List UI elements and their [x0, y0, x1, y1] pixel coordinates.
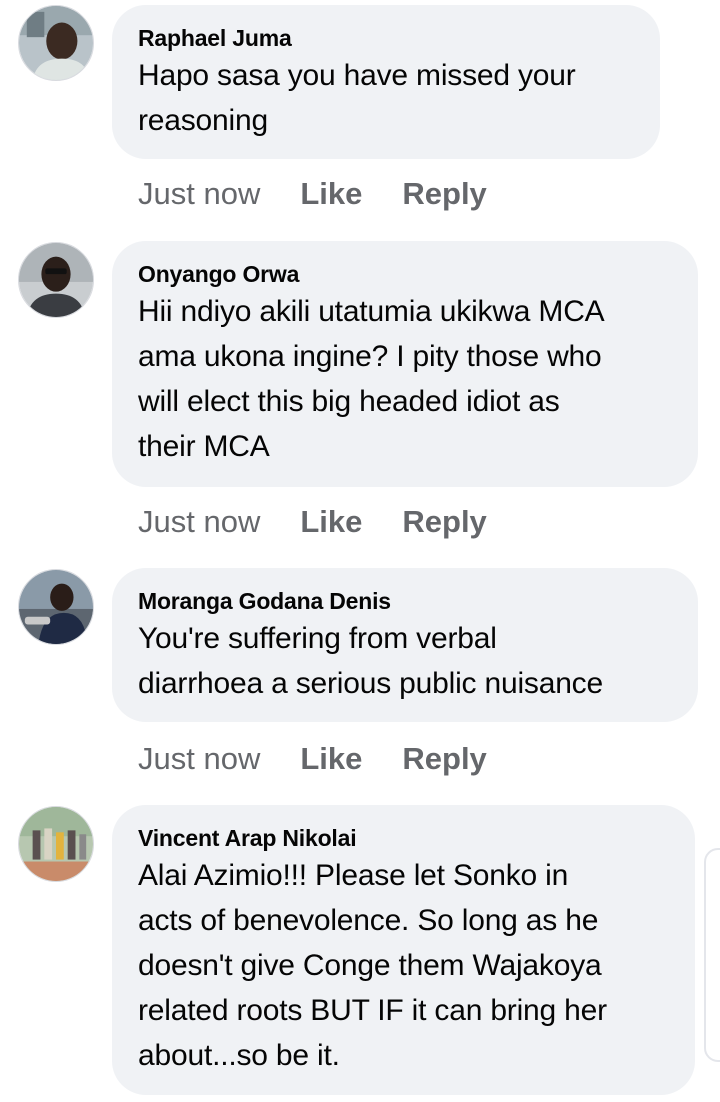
avatar[interactable]	[18, 806, 94, 882]
reply-button[interactable]: Reply	[402, 741, 486, 777]
comment-timestamp[interactable]: Just now	[138, 504, 260, 540]
comment-actions: Just now Like Reply	[138, 176, 487, 212]
reply-button[interactable]: Reply	[402, 176, 486, 212]
comment-timestamp[interactable]: Just now	[138, 176, 260, 212]
comment-actions: Just now Like Reply	[138, 504, 487, 540]
comment-author[interactable]: Onyango Orwa	[138, 259, 672, 289]
avatar[interactable]	[18, 242, 94, 318]
avatar[interactable]	[18, 569, 94, 645]
comment-text: Alai Azimio!!! Please let Sonko in acts …	[138, 859, 607, 1072]
reply-button[interactable]: Reply	[402, 504, 486, 540]
comment-bubble: Vincent Arap Nikolai Alai Azimio!!! Plea…	[112, 805, 695, 1095]
comment-bubble: Onyango Orwa Hii ndiyo akili utatumia uk…	[112, 241, 698, 487]
comment-text: You're suffering from verbal diarrhoea a…	[138, 622, 603, 700]
comment-text: Hapo sasa you have missed your reasoning	[138, 59, 576, 137]
like-button[interactable]: Like	[300, 176, 362, 212]
comment-bubble: Moranga Godana Denis You're suffering fr…	[112, 568, 698, 722]
comment-text: Hii ndiyo akili utatumia ukikwa MCA ama …	[138, 295, 605, 463]
comment-author[interactable]: Raphael Juma	[138, 23, 634, 53]
like-button[interactable]: Like	[300, 504, 362, 540]
comment-actions: Just now Like Reply	[138, 741, 487, 777]
comment-bubble: Raphael Juma Hapo sasa you have missed y…	[112, 5, 660, 159]
avatar[interactable]	[18, 5, 94, 81]
scroll-edge-handle[interactable]	[704, 848, 720, 1062]
comment-author[interactable]: Moranga Godana Denis	[138, 586, 672, 616]
comment-timestamp[interactable]: Just now	[138, 741, 260, 777]
like-button[interactable]: Like	[300, 741, 362, 777]
comment-author[interactable]: Vincent Arap Nikolai	[138, 823, 669, 853]
